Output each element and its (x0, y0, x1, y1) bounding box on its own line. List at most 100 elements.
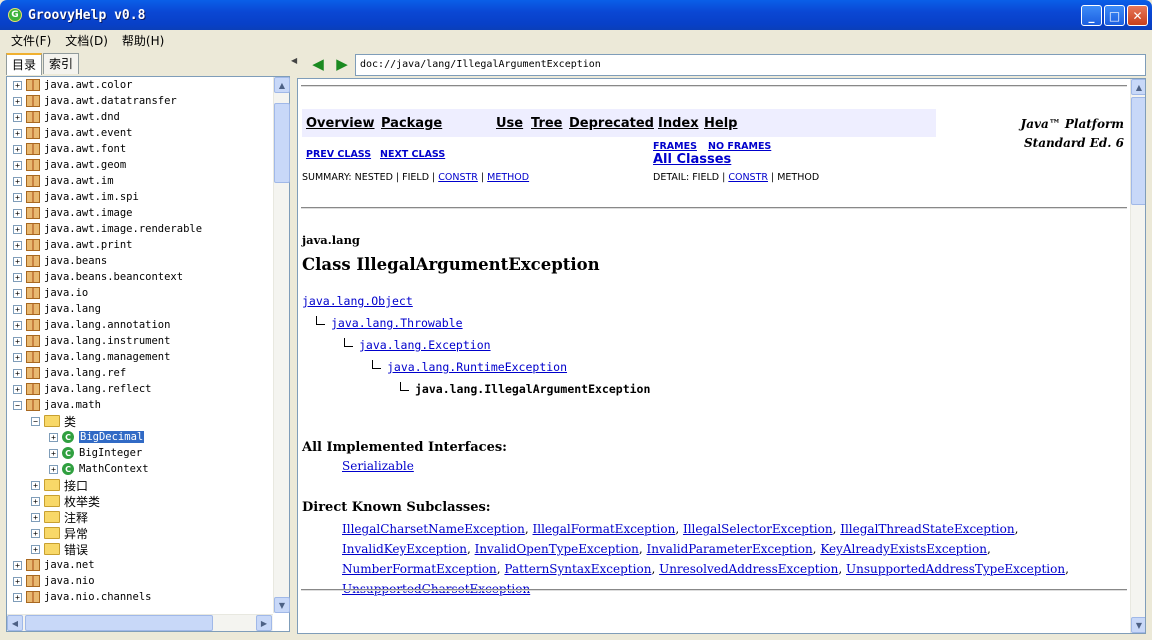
tree-item-package[interactable]: + java.lang.reflect (7, 381, 273, 397)
hierarchy-link[interactable]: java.lang.Exception (359, 338, 491, 352)
tree-item-package[interactable]: + java.lang.instrument (7, 333, 273, 349)
minimize-button[interactable]: _ (1081, 5, 1102, 26)
doc-scroll-up-button[interactable]: ▲ (1131, 79, 1145, 95)
next-class-link[interactable]: NEXT CLASS (380, 149, 445, 160)
tree-item-folder[interactable]: + 注释 (7, 509, 273, 525)
tree-item-folder[interactable]: + 错误 (7, 541, 273, 557)
tree-item-package[interactable]: + java.awt.event (7, 125, 273, 141)
expand-icon[interactable]: + (49, 448, 58, 458)
hierarchy-link[interactable]: java.lang.RuntimeException (387, 360, 567, 374)
no-frames-link[interactable]: NO FRAMES (708, 141, 771, 152)
tree-item-folder[interactable]: + 接口 (7, 477, 273, 493)
tree-vertical-scrollbar[interactable]: ▲ ▼ (273, 77, 290, 613)
expand-icon[interactable]: + (31, 480, 40, 490)
tree-item-package[interactable]: + java.lang (7, 301, 273, 317)
collapse-icon[interactable]: − (31, 416, 40, 426)
nav-overview[interactable]: Overview (306, 116, 375, 131)
expand-icon[interactable]: + (13, 112, 22, 122)
expand-icon[interactable]: + (13, 224, 22, 234)
subclass-link[interactable]: UnresolvedAddressException (659, 562, 838, 576)
expand-icon[interactable]: + (13, 128, 22, 138)
expand-icon[interactable]: + (13, 240, 22, 250)
subclass-link[interactable]: IllegalSelectorException (683, 522, 833, 536)
scroll-left-button[interactable]: ◀ (7, 615, 23, 631)
tree-item-package-open[interactable]: − java.math (7, 397, 273, 413)
tree-item-package[interactable]: + java.lang.ref (7, 365, 273, 381)
menu-file[interactable]: 文件(F) (4, 32, 58, 49)
expand-icon[interactable]: + (13, 208, 22, 218)
scroll-thumb[interactable] (274, 103, 290, 183)
tree-item-folder[interactable]: + 枚举类 (7, 493, 273, 509)
tree-item-package[interactable]: + java.nio (7, 573, 273, 589)
subclass-link[interactable]: IllegalFormatException (533, 522, 676, 536)
subclass-link[interactable]: IllegalThreadStateException (840, 522, 1014, 536)
summary-method-link[interactable]: METHOD (487, 172, 529, 183)
collapse-arrow-icon[interactable]: ◀ (291, 56, 297, 65)
doc-scroll-thumb[interactable] (1131, 97, 1145, 205)
collapse-icon[interactable]: − (13, 400, 22, 410)
tree-item-package[interactable]: + java.awt.geom (7, 157, 273, 173)
frames-link[interactable]: FRAMES (653, 141, 697, 152)
expand-icon[interactable]: + (31, 512, 40, 522)
maximize-button[interactable]: □ (1104, 5, 1125, 26)
expand-icon[interactable]: + (13, 352, 22, 362)
expand-icon[interactable]: + (49, 464, 58, 474)
tree-item-package[interactable]: + java.awt.im.spi (7, 189, 273, 205)
close-button[interactable]: ✕ (1127, 5, 1148, 26)
expand-icon[interactable]: + (13, 80, 22, 90)
scroll-down-button[interactable]: ▼ (274, 597, 290, 613)
expand-icon[interactable]: + (13, 96, 22, 106)
summary-constr-link[interactable]: CONSTR (438, 172, 478, 183)
nav-tree[interactable]: Tree (531, 116, 562, 131)
nav-deprecated[interactable]: Deprecated (569, 116, 654, 131)
expand-icon[interactable]: + (49, 432, 58, 442)
tree-item-package[interactable]: + java.awt.image (7, 205, 273, 221)
nav-index[interactable]: Index (658, 116, 699, 131)
tree-item-package[interactable]: + java.awt.color (7, 77, 273, 93)
tree-item-package[interactable]: + java.awt.im (7, 173, 273, 189)
expand-icon[interactable]: + (13, 256, 22, 266)
expand-icon[interactable]: + (13, 288, 22, 298)
expand-icon[interactable]: + (13, 384, 22, 394)
interface-link[interactable]: Serializable (342, 459, 414, 473)
expand-icon[interactable]: + (13, 160, 22, 170)
address-field[interactable]: doc://java/lang/IllegalArgumentException (355, 54, 1146, 76)
expand-icon[interactable]: + (13, 368, 22, 378)
expand-icon[interactable]: + (31, 528, 40, 538)
horizontal-scroll-thumb[interactable] (25, 615, 213, 631)
expand-icon[interactable]: + (13, 320, 22, 330)
expand-icon[interactable]: + (31, 544, 40, 554)
expand-icon[interactable]: + (13, 272, 22, 282)
subclass-link[interactable]: PatternSyntaxException (504, 562, 651, 576)
subclass-link[interactable]: KeyAlreadyExistsException (820, 542, 987, 556)
subclass-link[interactable]: UnsupportedAddressTypeException (846, 562, 1065, 576)
tree-item-package[interactable]: + java.io (7, 285, 273, 301)
tree-item-classes-folder[interactable]: − 类 (7, 413, 273, 429)
tree-item-package[interactable]: + java.awt.dnd (7, 109, 273, 125)
expand-icon[interactable]: + (31, 496, 40, 506)
detail-constr-link[interactable]: CONSTR (728, 172, 768, 183)
back-arrow-icon[interactable]: ◀ (310, 56, 326, 72)
menu-document[interactable]: 文档(D) (58, 32, 115, 49)
expand-icon[interactable]: + (13, 192, 22, 202)
tree-item-class[interactable]: + C BigInteger (7, 445, 273, 461)
tree-item-package[interactable]: + java.awt.datatransfer (7, 93, 273, 109)
tree-item-package[interactable]: + java.awt.print (7, 237, 273, 253)
nav-help[interactable]: Help (704, 116, 737, 131)
tree-item-package[interactable]: + java.lang.annotation (7, 317, 273, 333)
tree-item-package[interactable]: + java.beans (7, 253, 273, 269)
subclass-link[interactable]: NumberFormatException (342, 562, 497, 576)
doc-scroll-down-button[interactable]: ▼ (1131, 617, 1145, 633)
expand-icon[interactable]: + (13, 576, 22, 586)
tab-index[interactable]: 索引 (43, 53, 80, 74)
tree-horizontal-scrollbar[interactable]: ◀ ▶ (7, 614, 273, 631)
tree-item-package[interactable]: + java.awt.font (7, 141, 273, 157)
forward-arrow-icon[interactable]: ▶ (334, 56, 350, 72)
tree-item-package[interactable]: + java.beans.beancontext (7, 269, 273, 285)
scroll-right-button[interactable]: ▶ (256, 615, 272, 631)
doc-vertical-scrollbar[interactable]: ▲ ▼ (1130, 79, 1145, 633)
nav-package[interactable]: Package (381, 116, 442, 131)
tree-item-package[interactable]: + java.nio.channels (7, 589, 273, 605)
subclass-link[interactable]: InvalidKeyException (342, 542, 467, 556)
expand-icon[interactable]: + (13, 336, 22, 346)
